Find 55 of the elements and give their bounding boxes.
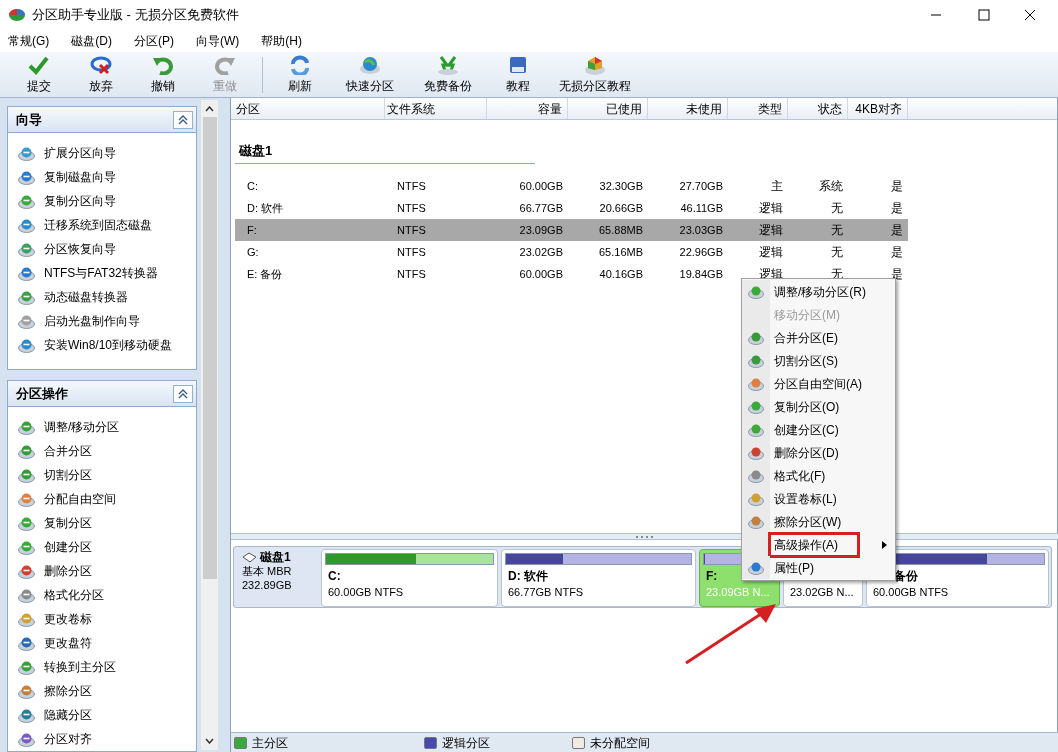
table-cell-text: 60.00GB xyxy=(518,266,564,282)
table-cell-text: G: xyxy=(246,244,260,260)
table-cell-text: D: 软件 xyxy=(246,200,285,216)
table-cell-text: 是 xyxy=(890,200,904,217)
table-cell-text: 32.30GB xyxy=(598,178,644,194)
partition-label: F: xyxy=(706,568,718,585)
table-cell-text: 23.09GB xyxy=(518,222,564,238)
table-cell-text: 19.84GB xyxy=(678,266,724,282)
panel-title: 分区操作 xyxy=(16,384,69,403)
table-cell-text: 是 xyxy=(890,222,904,239)
table-cell-text: F: xyxy=(246,222,258,238)
table-cell-text: NTFS xyxy=(396,222,427,238)
partition-info: 23.02GB N... xyxy=(789,585,855,600)
table-cell-text: 22.96GB xyxy=(678,244,724,260)
table-cell-text: 40.16GB xyxy=(598,266,644,282)
table-cell-text: 是 xyxy=(890,178,904,195)
legend-label: 主分区 xyxy=(252,734,288,752)
table-cell-text: 20.66GB xyxy=(598,200,644,216)
disk-name: 磁盘1 xyxy=(260,550,291,564)
table-cell-text: 是 xyxy=(890,244,904,261)
table-cell-text: 23.02GB xyxy=(518,244,564,260)
partition-info: 23.09GB N... xyxy=(705,585,771,600)
partition-info: 60.00GB NTFS xyxy=(872,585,950,600)
table-cell-text: NTFS xyxy=(396,266,427,282)
table-cell-text: NTFS xyxy=(396,244,427,260)
table-cell-text: 27.70GB xyxy=(678,178,724,194)
table-cell-text: 60.00GB xyxy=(518,178,564,194)
table-cell-text: 无 xyxy=(830,200,844,217)
disk-group-title: 磁盘1 xyxy=(239,141,273,160)
table-cell-text: 无 xyxy=(830,222,844,239)
partition-label: D: 软件 xyxy=(508,568,548,585)
table-cell-text: NTFS xyxy=(396,178,427,194)
table-cell-text: 65.88MB xyxy=(597,222,644,238)
table-cell-text: 系统 xyxy=(818,178,844,195)
panel-title: 向导 xyxy=(16,110,43,129)
table-cell-text: 逻辑 xyxy=(758,222,784,239)
table-cell-text: 主 xyxy=(770,178,784,195)
table-cell-text: E: 备份 xyxy=(246,266,284,282)
table-cell-text: 65.16MB xyxy=(597,244,644,260)
table-cell-text: 66.77GB xyxy=(518,200,564,216)
partition-info: 66.77GB NTFS xyxy=(507,585,585,600)
disk-size: 232.89GB xyxy=(242,578,293,592)
table-cell-text: 逻辑 xyxy=(758,244,784,261)
table-cell-text: NTFS xyxy=(396,200,427,216)
table-cell-text: C: xyxy=(246,178,259,194)
table-cell-text: 46.11GB xyxy=(679,200,724,216)
table-cell-text: 无 xyxy=(830,244,844,261)
legend-label: 逻辑分区 xyxy=(442,734,490,752)
table-cell-text: 逻辑 xyxy=(758,200,784,217)
partition-label: C: xyxy=(328,568,341,585)
window-title: 分区助手专业版 - 无损分区免费软件 xyxy=(32,6,239,25)
legend-label: 未分配空间 xyxy=(590,734,650,752)
table-cell-text: 23.03GB xyxy=(678,222,724,238)
disk-type: 基本 MBR xyxy=(242,564,293,578)
partition-info: 60.00GB NTFS xyxy=(327,585,405,600)
